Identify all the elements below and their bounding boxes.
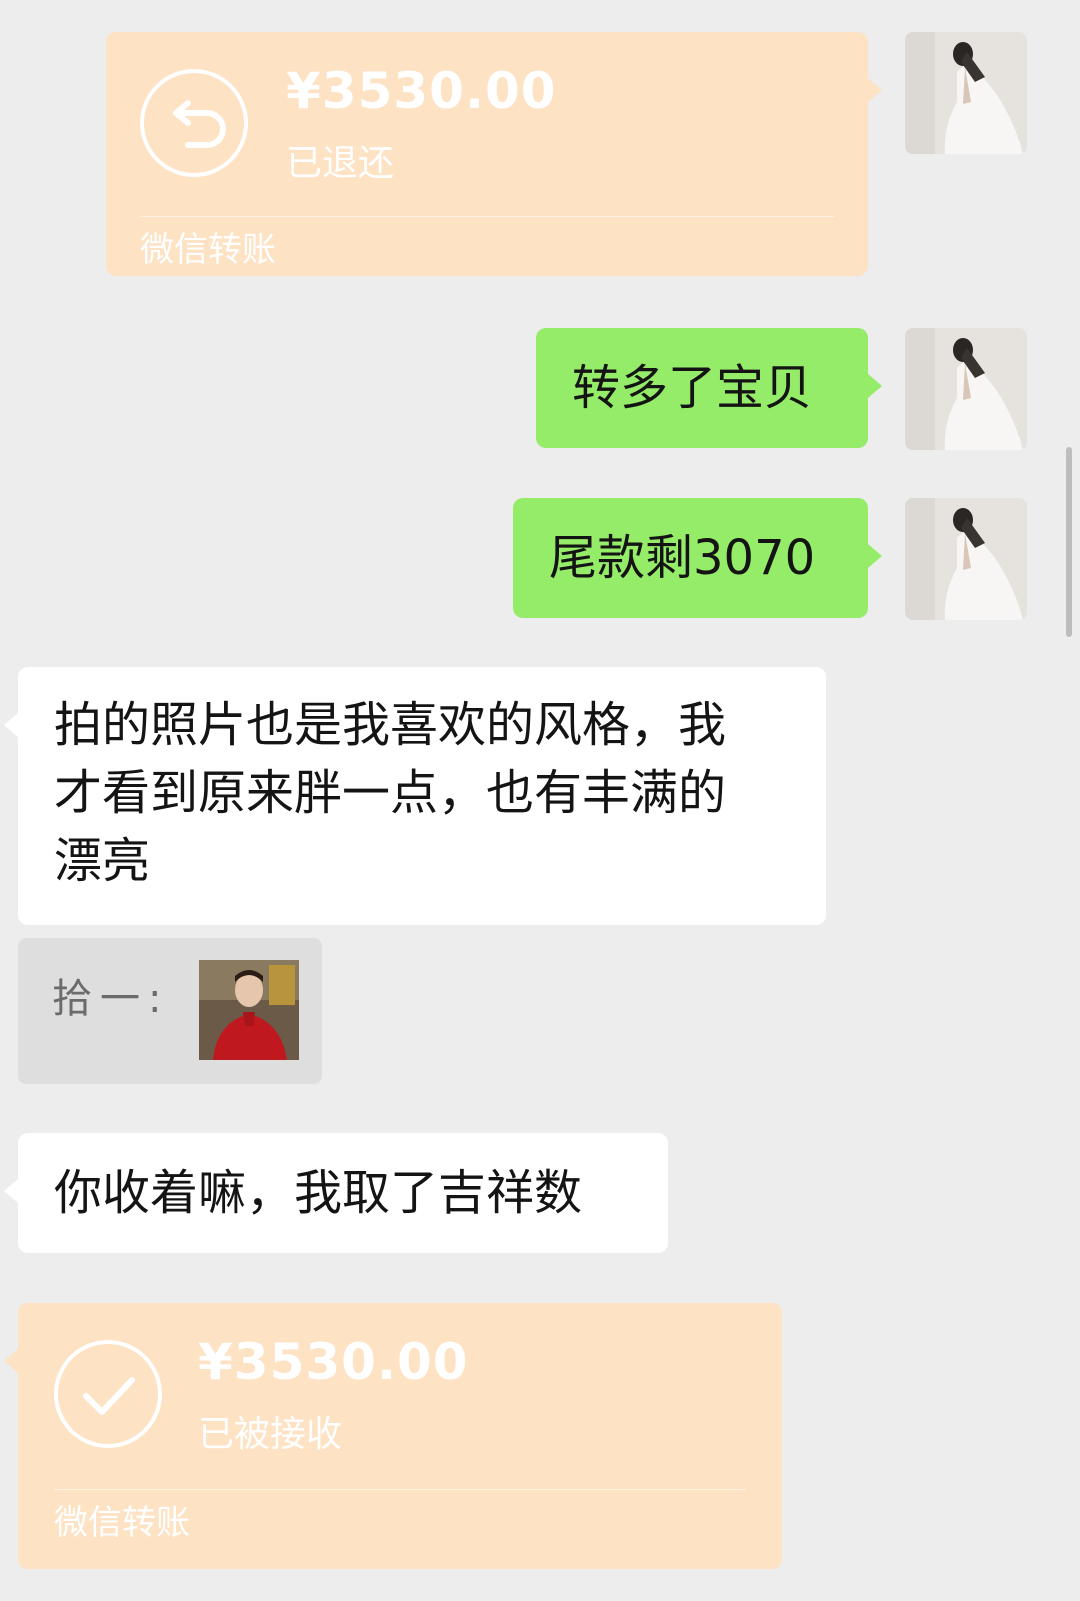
transfer-footer: 微信转账 bbox=[140, 230, 276, 270]
received-message-bubble[interactable]: 拍的照片也是我喜欢的风格，我 才看到原来胖一点，也有丰满的 漂亮 bbox=[4, 667, 826, 925]
transfer-footer: 微信转账 bbox=[54, 1503, 190, 1543]
my-avatar[interactable] bbox=[905, 498, 1027, 620]
message-text-line: 漂亮 bbox=[54, 833, 151, 889]
message-text: 转多了宝贝 bbox=[572, 360, 813, 416]
transfer-card-refunded[interactable]: ¥3530.00 已退还 微信转账 bbox=[106, 32, 882, 276]
bride-photo-icon bbox=[905, 32, 1027, 154]
bride-photo-icon bbox=[905, 498, 1027, 620]
sent-message-bubble[interactable]: 转多了宝贝 bbox=[536, 328, 882, 448]
quote-text: 拾一: bbox=[52, 976, 170, 1022]
message-text-line: 才看到原来胖一点，也有丰满的 bbox=[54, 765, 727, 821]
transfer-status: 已被接收 bbox=[198, 1414, 343, 1455]
transfer-card-received[interactable]: ¥3530.00 已被接收 微信转账 bbox=[4, 1303, 782, 1569]
transfer-amount: ¥3530.00 bbox=[198, 1333, 469, 1391]
my-avatar[interactable] bbox=[905, 32, 1027, 154]
received-message-bubble[interactable]: 你收着嘛，我取了吉祥数 bbox=[4, 1133, 668, 1253]
transfer-divider bbox=[54, 1489, 746, 1490]
quoted-photo[interactable] bbox=[199, 960, 299, 1060]
message-text: 你收着嘛，我取了吉祥数 bbox=[54, 1165, 583, 1221]
quoted-message[interactable]: 拾一: bbox=[18, 938, 322, 1084]
message-text-line: 拍的照片也是我喜欢的风格，我 bbox=[54, 697, 727, 753]
transfer-amount: ¥3530.00 bbox=[286, 62, 557, 120]
return-arrow-icon bbox=[140, 69, 248, 177]
transfer-status: 已退还 bbox=[286, 143, 395, 184]
portrait-photo-icon bbox=[199, 960, 299, 1060]
bride-photo-icon bbox=[905, 328, 1027, 450]
checkmark-icon bbox=[54, 1340, 162, 1448]
message-text: 尾款剩3070 bbox=[549, 530, 816, 586]
scrollbar[interactable] bbox=[1066, 447, 1072, 637]
my-avatar[interactable] bbox=[905, 328, 1027, 450]
transfer-divider bbox=[140, 216, 834, 217]
sent-message-bubble[interactable]: 尾款剩3070 bbox=[513, 498, 882, 618]
